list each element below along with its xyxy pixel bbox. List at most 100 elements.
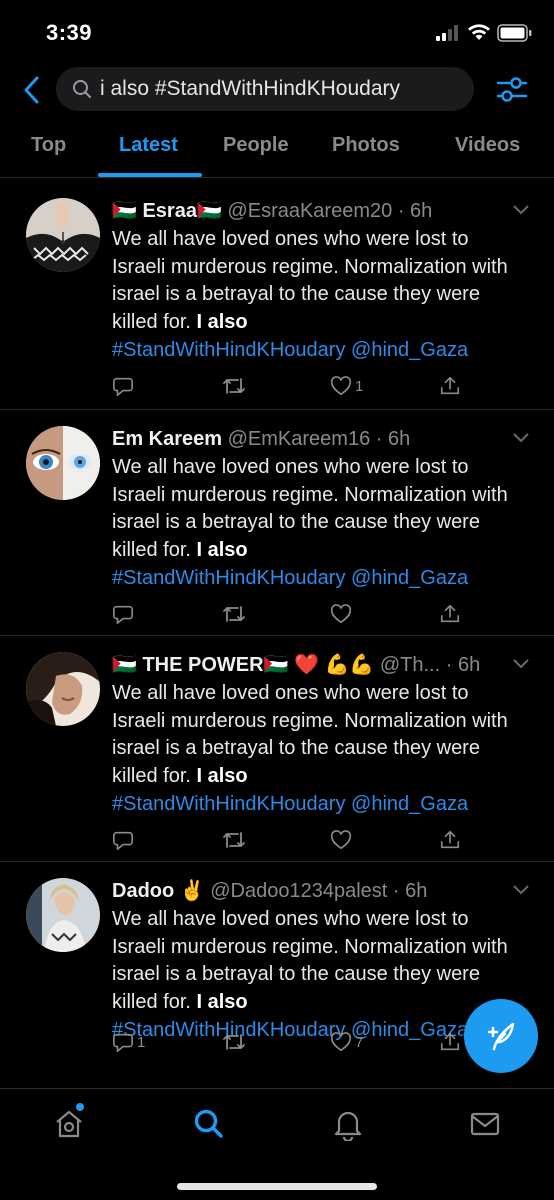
avatar[interactable] — [26, 426, 100, 500]
retweet-button[interactable] — [221, 1030, 250, 1054]
avatar[interactable] — [26, 652, 100, 726]
chevron-down-icon[interactable] — [512, 884, 530, 896]
reply-button[interactable] — [112, 602, 137, 626]
tweet-bold-text: I also — [196, 765, 248, 788]
like-button[interactable] — [330, 602, 355, 626]
status-bar: 3:39 — [0, 0, 554, 62]
wifi-icon — [468, 24, 490, 40]
tab-photos[interactable]: Photos — [332, 134, 400, 157]
heart-icon — [330, 1032, 352, 1052]
search-icon — [73, 80, 91, 98]
search-header — [0, 62, 554, 118]
tweet-actions — [112, 828, 462, 852]
search-icon — [194, 1109, 223, 1138]
author-name[interactable]: 🇵🇸 THE POWER🇵🇸 ❤️ 💪💪 — [112, 654, 374, 676]
mention-link[interactable]: @hind_Gaza — [351, 567, 468, 589]
search-bar[interactable] — [56, 67, 474, 111]
search-tabs: Top Latest People Photos Videos — [0, 122, 554, 178]
hashtag-link[interactable]: #StandWithHindKHoudary — [112, 793, 345, 815]
bell-icon — [334, 1111, 362, 1143]
reply-icon — [113, 1033, 133, 1052]
author-name[interactable]: Dadoo ✌️ — [112, 880, 205, 902]
reply-button[interactable] — [112, 374, 137, 398]
retweet-button[interactable] — [221, 828, 250, 852]
hashtag-link[interactable]: #StandWithHindKHoudary — [112, 567, 345, 589]
retweet-button[interactable] — [221, 374, 250, 398]
tweet[interactable]: 🇵🇸 Esraa🇵🇸 @EsraaKareem20 · 6h We all ha… — [0, 182, 554, 410]
like-button[interactable]: 1 — [330, 374, 363, 398]
active-tab-indicator — [98, 173, 202, 177]
tweet-actions — [112, 602, 462, 626]
tweet-time: · 6h — [375, 428, 411, 450]
tweet-time: · 6h — [445, 654, 481, 676]
share-icon — [440, 830, 460, 849]
reply-icon — [113, 831, 133, 850]
tab-videos[interactable]: Videos — [455, 134, 520, 157]
bottom-tab-bar — [0, 1088, 554, 1200]
cellular-signal-icon — [436, 25, 458, 41]
author-handle[interactable]: @EmKareem16 — [228, 428, 371, 450]
author-name[interactable]: Em Kareem — [112, 428, 222, 450]
mention-link[interactable]: @hind_Gaza — [351, 793, 468, 815]
search-input[interactable] — [100, 67, 470, 111]
mail-icon — [470, 1112, 500, 1136]
tab-top[interactable]: Top — [31, 134, 66, 157]
tab-latest[interactable]: Latest — [119, 134, 178, 157]
retweet-icon — [223, 378, 245, 394]
hashtag-link[interactable]: #StandWithHindKHoudary — [112, 339, 345, 361]
reply-button[interactable]: 1 — [112, 1030, 145, 1054]
tweet-feed[interactable]: 🇵🇸 Esraa🇵🇸 @EsraaKareem20 · 6h We all ha… — [0, 182, 554, 1086]
chevron-left-icon[interactable] — [20, 74, 44, 106]
battery-icon — [497, 24, 532, 42]
chevron-down-icon[interactable] — [512, 432, 530, 444]
tweet[interactable]: Em Kareem @EmKareem16 · 6h We all have l… — [0, 410, 554, 636]
retweet-icon — [223, 832, 245, 848]
tweet-body-text: We all have loved ones who were lost to … — [112, 682, 508, 788]
avatar[interactable] — [26, 198, 100, 272]
tweet-text: We all have loved ones who were lost to … — [112, 906, 512, 1045]
like-button[interactable]: 7 — [330, 1030, 363, 1054]
tweet-body-text: We all have loved ones who were lost to … — [112, 456, 508, 562]
nav-home[interactable] — [52, 1103, 86, 1141]
share-icon — [440, 376, 460, 395]
like-button[interactable] — [330, 828, 355, 852]
compose-tweet-button[interactable] — [464, 999, 538, 1073]
chevron-down-icon[interactable] — [512, 658, 530, 670]
tweet-header: 🇵🇸 THE POWER🇵🇸 ❤️ 💪💪 @Th... · 6h — [112, 650, 512, 680]
tweet-header: Em Kareem @EmKareem16 · 6h — [112, 424, 512, 454]
share-button[interactable] — [439, 602, 461, 626]
chevron-down-icon[interactable] — [512, 204, 530, 216]
avatar[interactable] — [26, 878, 100, 952]
home-icon — [56, 1110, 82, 1138]
reply-button[interactable] — [112, 828, 137, 852]
nav-notifications[interactable] — [331, 1107, 365, 1143]
nav-messages[interactable] — [468, 1107, 502, 1141]
author-handle[interactable]: @Dadoo1234palest — [210, 880, 387, 902]
tweet-bold-text: I also — [196, 311, 248, 334]
share-icon — [440, 1032, 460, 1051]
tweet[interactable]: 🇵🇸 THE POWER🇵🇸 ❤️ 💪💪 @Th... · 6h We all … — [0, 636, 554, 862]
tweet-body-text: We all have loved ones who were lost to … — [112, 908, 508, 1014]
reply-icon — [113, 605, 133, 624]
share-button[interactable] — [439, 828, 461, 852]
tweet-text: We all have loved ones who were lost to … — [112, 680, 512, 819]
share-button[interactable] — [439, 1030, 461, 1054]
tab-people[interactable]: People — [223, 134, 289, 157]
heart-icon — [330, 830, 352, 850]
tweet-header: Dadoo ✌️ @Dadoo1234palest · 6h — [112, 876, 512, 906]
author-handle[interactable]: @Th... — [380, 654, 440, 676]
tweet-bold-text: I also — [196, 539, 248, 562]
author-name[interactable]: 🇵🇸 Esraa🇵🇸 — [112, 200, 222, 222]
tweet-time: · 6h — [397, 200, 433, 222]
mention-link[interactable]: @hind_Gaza — [351, 339, 468, 361]
filter-sliders-icon[interactable] — [495, 72, 529, 106]
retweet-icon — [223, 1034, 245, 1050]
home-indicator — [177, 1183, 377, 1190]
author-handle[interactable]: @EsraaKareem20 — [227, 200, 392, 222]
tweet-text: We all have loved ones who were lost to … — [112, 226, 512, 365]
retweet-button[interactable] — [221, 602, 250, 626]
share-button[interactable] — [439, 374, 461, 398]
nav-explore[interactable] — [192, 1107, 226, 1141]
tweet-text: We all have loved ones who were lost to … — [112, 454, 512, 593]
tweet-time: · 6h — [392, 880, 428, 902]
